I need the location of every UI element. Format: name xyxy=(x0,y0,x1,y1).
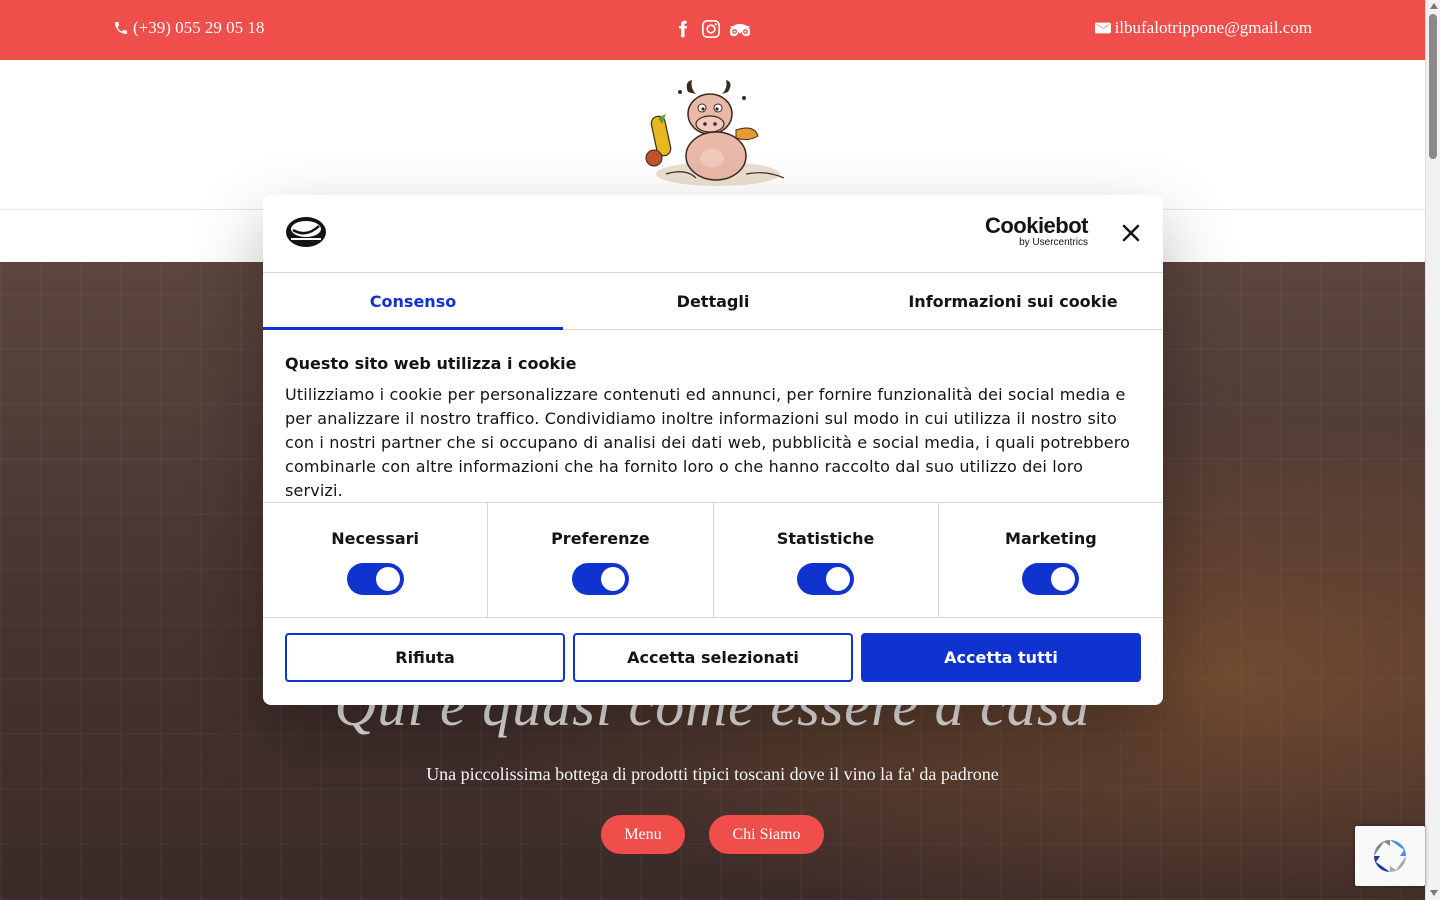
phone-link[interactable]: (+39) 055 29 05 18 xyxy=(113,18,264,38)
dialog-description: Utilizziamo i cookie per personalizzare … xyxy=(285,385,1131,500)
phone-icon xyxy=(115,22,127,34)
accept-selected-button[interactable]: Accetta selezionati xyxy=(573,633,853,682)
toggle-label: Necessari xyxy=(331,529,420,548)
phone-number[interactable]: (+39) 055 29 05 18 xyxy=(133,18,264,38)
dialog-header: Cookiebot by Usercentrics xyxy=(263,195,1163,273)
necessari-switch[interactable] xyxy=(346,563,404,595)
tripadvisor-icon[interactable] xyxy=(730,20,750,38)
toggle-statistiche: Statistiche xyxy=(714,503,939,617)
scroll-down-icon[interactable] xyxy=(1430,890,1438,896)
menu-button[interactable]: Menu xyxy=(601,815,685,854)
social-links xyxy=(674,20,750,38)
tab-consenso[interactable]: Consenso xyxy=(263,273,563,330)
toggle-preferenze: Preferenze xyxy=(488,503,714,617)
dialog-tabs: Consenso Dettagli Informazioni sui cooki… xyxy=(263,273,1163,330)
close-icon[interactable] xyxy=(1121,223,1141,243)
switch-knob xyxy=(600,567,625,591)
dialog-heading: Questo sito web utilizza i cookie xyxy=(285,354,577,373)
reject-button[interactable]: Rifiuta xyxy=(285,633,565,682)
cookiebot-byline: by Usercentrics xyxy=(1019,237,1088,248)
toggle-marketing: Marketing xyxy=(939,503,1163,617)
statistiche-switch[interactable] xyxy=(797,563,855,595)
cookiebot-brand: Cookiebot xyxy=(984,213,1089,238)
cookie-consent-dialog: Cookiebot by Usercentrics Consenso Detta… xyxy=(263,195,1163,705)
envelope-icon xyxy=(1094,22,1111,34)
tab-dettagli[interactable]: Dettagli xyxy=(563,273,863,329)
consent-toggles: Necessari Preferenze Statistiche Marketi… xyxy=(263,503,1163,618)
toggle-label: Preferenze xyxy=(551,529,650,548)
site-brand-icon xyxy=(286,217,326,247)
facebook-icon[interactable] xyxy=(674,20,692,38)
tab-informazioni[interactable]: Informazioni sui cookie xyxy=(863,273,1163,329)
toggle-label: Statistiche xyxy=(776,529,875,548)
toggle-label: Marketing xyxy=(1005,529,1097,548)
hero-subtitle: Una piccolissima bottega di prodotti tip… xyxy=(426,764,999,784)
scroll-up-icon[interactable] xyxy=(1430,3,1438,9)
marketing-switch[interactable] xyxy=(1022,563,1080,595)
accept-all-button[interactable]: Accetta tutti xyxy=(861,633,1141,682)
switch-knob xyxy=(375,567,400,591)
recaptcha-badge[interactable] xyxy=(1355,826,1425,886)
bufalo-logo[interactable] xyxy=(636,78,790,194)
preferenze-switch[interactable] xyxy=(571,563,629,595)
site-header xyxy=(0,60,1425,210)
instagram-icon[interactable] xyxy=(702,20,720,38)
recaptcha-icon xyxy=(1374,840,1406,872)
email-link[interactable]: ilbufalotrippone@gmail.com xyxy=(1094,18,1312,38)
dialog-body: Questo sito web utilizza i cookie Utiliz… xyxy=(263,330,1163,503)
toggle-necessari: Necessari xyxy=(263,503,489,617)
cookiebot-logo[interactable]: Cookiebot by Usercentrics xyxy=(984,213,1089,249)
dialog-actions: Rifiuta Accetta selezionati Accetta tutt… xyxy=(263,618,1163,682)
switch-knob xyxy=(1051,567,1076,591)
switch-knob xyxy=(826,567,851,591)
page-scrollbar[interactable] xyxy=(1425,0,1440,900)
top-bar: (+39) 055 29 05 18 ilbufalotrippone@gmai… xyxy=(0,0,1425,60)
chi-siamo-button[interactable]: Chi Siamo xyxy=(709,815,824,854)
scrollbar-thumb[interactable] xyxy=(1429,14,1437,159)
email-address[interactable]: ilbufalotrippone@gmail.com xyxy=(1115,18,1312,38)
